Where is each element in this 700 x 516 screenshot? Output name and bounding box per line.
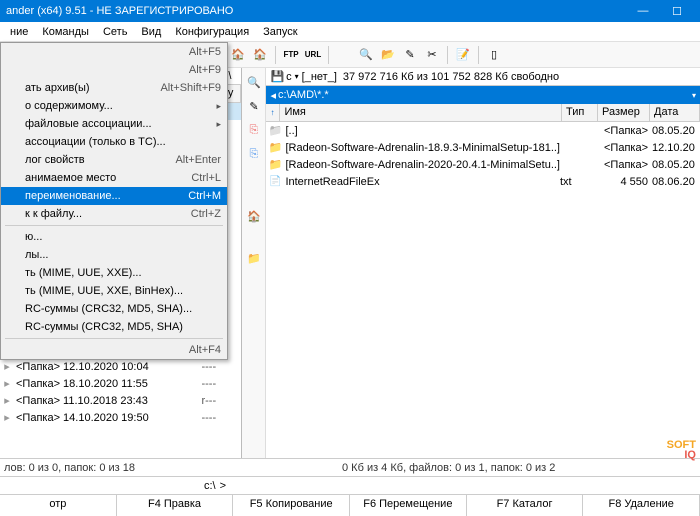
cut-icon[interactable]: ✂ (422, 45, 442, 65)
fnkey[interactable]: F8 Удаление (583, 495, 700, 516)
minimize-button[interactable]: — (626, 0, 660, 22)
menu-item[interactable]: ассоциации (только в TC)... (1, 133, 227, 151)
menu-item[interactable]: файловые ассоциации... (1, 115, 227, 133)
menu-item[interactable]: ю... (1, 228, 227, 246)
folder-yellow-icon[interactable]: 🏠 (250, 45, 270, 65)
fnkey[interactable]: F4 Правка (117, 495, 234, 516)
menu-item[interactable]: лог свойствAlt+Enter (1, 151, 227, 169)
path-display[interactable]: c:\AMD\*.* (278, 89, 329, 101)
doc-search-icon[interactable]: 🔍 (246, 74, 262, 90)
status-bar: лов: 0 из 0, папок: 0 из 18 0 Кб из 4 Кб… (0, 458, 700, 476)
menu-item[interactable]: лы... (1, 246, 227, 264)
menu-item[interactable]: Вид (135, 24, 167, 40)
chevron-right-icon: > (220, 480, 226, 492)
command-line: c:\ > (0, 476, 700, 494)
context-menu: Alt+F5Alt+F9ать архив(ы)Alt+Shift+F9о со… (0, 42, 228, 360)
menu-item[interactable]: ать архив(ы)Alt+Shift+F9 (1, 79, 227, 97)
table-row[interactable]: [Radeon-Software-Adrenalin-18.9.3-Minima… (266, 139, 700, 156)
sort-arrow-icon: ↑ (270, 108, 274, 117)
table-row[interactable]: [..]<Папка>08.05.20 (266, 122, 700, 139)
menu-item[interactable]: переименование...Ctrl+M (1, 187, 227, 205)
url-icon[interactable]: URL (303, 45, 323, 65)
window-title: ander (x64) 9.51 - НЕ ЗАРЕГИСТРИРОВАНО (6, 5, 626, 17)
right-panel: 🔍 ✎ ⎘ ⎘ 🏠 📁 💾 c ▾ [_нет_] 37 972 716 Кб … (242, 68, 700, 458)
menu-item[interactable]: Конфигурация (169, 24, 255, 40)
col-name[interactable]: Имя (280, 104, 562, 121)
tab-dropdown-icon[interactable]: ▾ (692, 91, 696, 100)
menu-item[interactable]: ние (4, 24, 34, 40)
right-drive-bar: 💾 c ▾ [_нет_] 37 972 716 Кб из 101 752 8… (266, 68, 700, 86)
folder-new-icon[interactable]: 📁 (246, 250, 262, 266)
table-row[interactable]: [Radeon-Software-Adrenalin-2020-20.4.1-M… (266, 156, 700, 173)
fnkey[interactable]: F7 Каталог (467, 495, 584, 516)
wand-icon[interactable]: ✎ (400, 45, 420, 65)
doc-copy-icon[interactable]: ⎘ (246, 122, 262, 138)
folder-icon (268, 158, 282, 172)
col-type[interactable]: Тип (562, 104, 598, 121)
table-row[interactable]: InternetReadFileExtxt4 55008.06.20 (266, 173, 700, 190)
doc-paste-icon[interactable]: ⎘ (246, 146, 262, 162)
table-row[interactable]: ▸<Папка> 18.10.2020 11:55---- (0, 375, 241, 392)
menu-item[interactable]: ть (MIME, UUE, XXE, BinHex)... (1, 282, 227, 300)
table-row[interactable]: ▸<Папка> 11.10.2018 23:43r--- (0, 392, 241, 409)
folder-tool-icon[interactable]: 🏠 (246, 208, 262, 224)
side-toolbar: 🔍 ✎ ⎘ ⎘ 🏠 📁 (242, 68, 266, 458)
col-date2[interactable]: Дата (650, 104, 700, 121)
status-left: лов: 0 из 0, папок: 0 из 18 (4, 462, 342, 474)
menu-item[interactable]: о содержимому... (1, 97, 227, 115)
binoculars-icon[interactable]: 🔍 (356, 45, 376, 65)
col-size[interactable]: Размер (598, 104, 650, 121)
ftp-icon[interactable]: FTP (281, 45, 301, 65)
doc-edit-icon[interactable]: ✎ (246, 98, 262, 114)
fnkey[interactable]: отр (0, 495, 117, 516)
menu-item[interactable]: анимаемое местоCtrl+L (1, 169, 227, 187)
fnkey[interactable]: F6 Перемещение (350, 495, 467, 516)
fnkey[interactable]: F5 Копирование (233, 495, 350, 516)
menu-item[interactable]: Alt+F4 (1, 341, 227, 359)
sync-icon[interactable]: 📂 (378, 45, 398, 65)
folder-icon (268, 141, 282, 155)
notepad-icon[interactable]: 📝 (453, 45, 473, 65)
menu-item[interactable]: Сеть (97, 24, 133, 40)
drive-letter[interactable]: c (286, 71, 292, 83)
menu-item[interactable]: к к файлу...Ctrl+Z (1, 205, 227, 223)
menu-item[interactable]: ть (MIME, UUE, XXE)... (1, 264, 227, 282)
nav-back-icon[interactable]: ◂ (270, 89, 276, 102)
title-bar: ander (x64) 9.51 - НЕ ЗАРЕГИСТРИРОВАНО —… (0, 0, 700, 22)
table-row[interactable]: ▸<Папка> 14.10.2020 19:50---- (0, 409, 241, 426)
file-icon (268, 175, 282, 189)
split-icon[interactable]: ▯ (484, 45, 504, 65)
right-tab-bar: ◂ c:\AMD\*.* ▾ (266, 86, 700, 104)
menu-item[interactable]: Команды (36, 24, 95, 40)
cmdline-path: c:\ (204, 480, 216, 492)
drive-icon[interactable]: 💾 (270, 70, 284, 83)
menu-item[interactable]: Alt+F9 (1, 61, 227, 79)
right-file-list[interactable]: [..]<Папка>08.05.20[Radeon-Software-Adre… (266, 122, 700, 458)
folder-red-icon[interactable]: 🏠 (228, 45, 248, 65)
menu-item[interactable]: Alt+F5 (1, 43, 227, 61)
menu-item[interactable]: RC-суммы (CRC32, MD5, SHA)... (1, 300, 227, 318)
status-right: 0 Кб из 4 Кб, файлов: 0 из 1, папок: 0 и… (342, 462, 555, 474)
up-icon (268, 124, 282, 138)
menu-item[interactable]: Запуск (257, 24, 303, 40)
maximize-button[interactable]: ☐ (660, 0, 694, 22)
free-space: 37 972 716 Кб из 101 752 828 Кб свободно (343, 71, 559, 83)
drive-dropdown-icon[interactable]: ▾ (295, 72, 299, 81)
right-columns: ↑ Имя Тип Размер Дата (266, 104, 700, 122)
table-row[interactable]: ▸<Папка> 12.10.2020 10:04---- (0, 358, 241, 375)
drive-label: [_нет_] (302, 71, 337, 83)
menu-bar: ние Команды Сеть Вид Конфигурация Запуск (0, 22, 700, 42)
menu-item[interactable]: RC-суммы (CRC32, MD5, SHA) (1, 318, 227, 336)
function-keys: отр F4 Правка F5 Копирование F6 Перемеще… (0, 494, 700, 516)
